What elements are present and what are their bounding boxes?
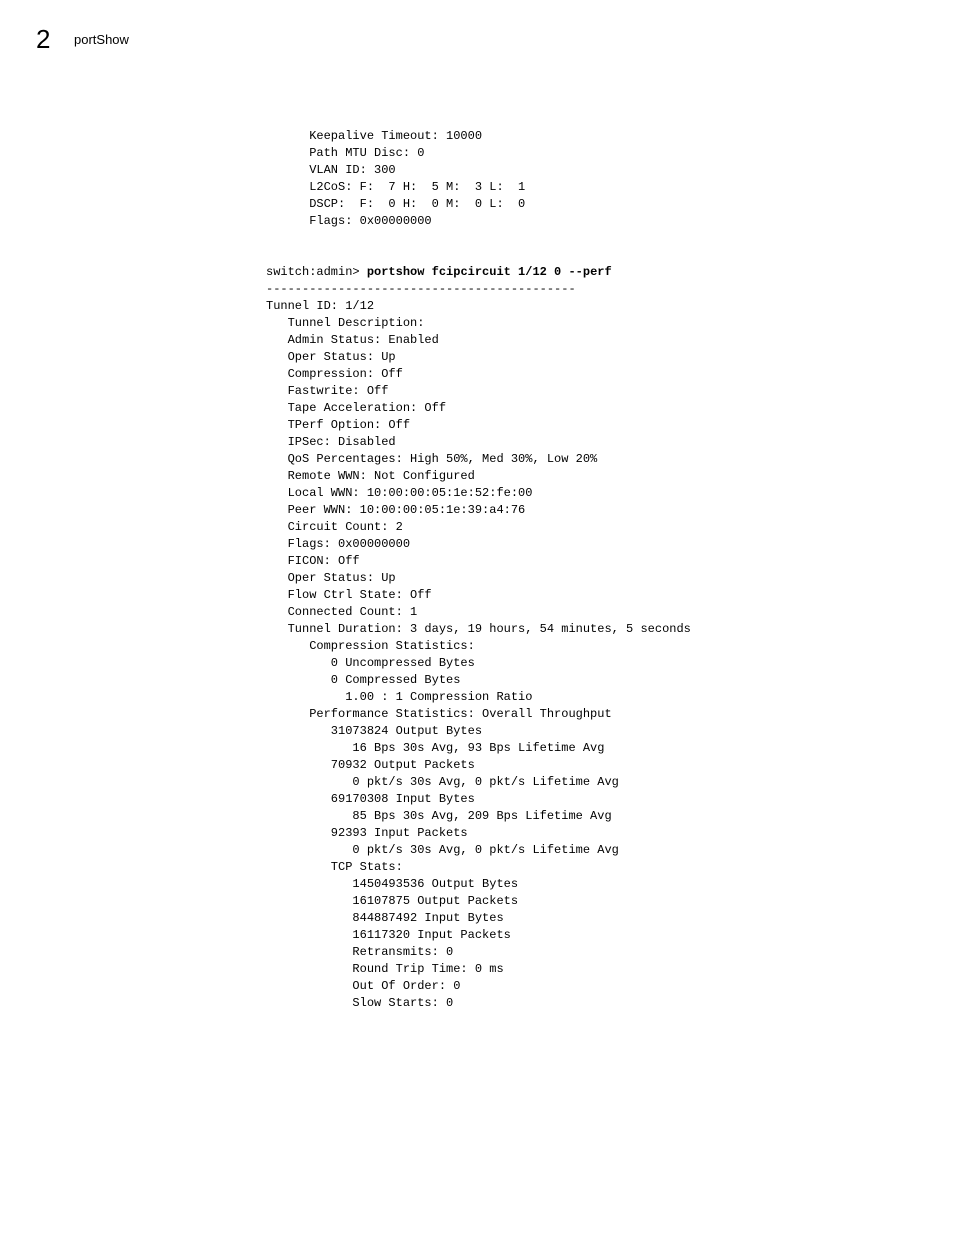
chapter-title: portShow — [74, 32, 129, 47]
terminal-output: Keepalive Timeout: 10000 Path MTU Disc: … — [266, 128, 691, 1012]
terminal-block-1: Keepalive Timeout: 10000 Path MTU Disc: … — [266, 129, 525, 228]
chapter-number: 2 — [36, 24, 50, 55]
page: 2 portShow Keepalive Timeout: 10000 Path… — [0, 0, 954, 1235]
terminal-command: portshow fcipcircuit 1/12 0 --perf — [367, 265, 612, 279]
terminal-block-2: ----------------------------------------… — [266, 282, 691, 1010]
terminal-prompt: switch:admin> — [266, 265, 367, 279]
